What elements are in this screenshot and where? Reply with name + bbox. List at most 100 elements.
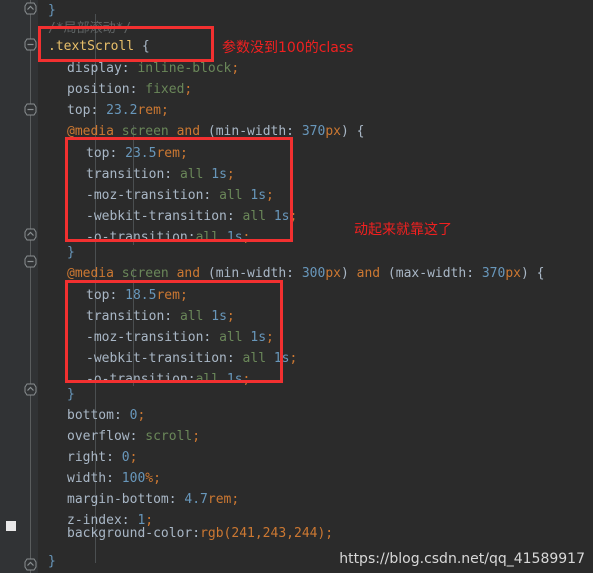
code-fold-rail <box>30 0 31 573</box>
code-token: % <box>145 471 154 486</box>
code-token: 241,243,244 <box>231 526 318 541</box>
code-token: rem <box>156 288 180 303</box>
code-token: rgb <box>200 526 224 541</box>
code-token: top <box>86 146 110 161</box>
code-token: ) <box>340 266 357 281</box>
code-token: ; <box>242 372 251 387</box>
code-line: bottom: 0; <box>67 405 145 426</box>
code-token: ; <box>226 309 235 324</box>
code-token: } <box>67 245 75 260</box>
code-token: all <box>242 351 267 366</box>
code-token: : <box>187 230 196 245</box>
code-token: inline-block <box>137 61 232 76</box>
code-token: transition <box>86 167 165 182</box>
code-token: /*局部滚动*/ <box>48 21 132 36</box>
code-token: ; <box>137 408 146 423</box>
bookmark-icon[interactable] <box>6 521 16 531</box>
fold-collapse-icon[interactable] <box>24 228 37 241</box>
code-token: : <box>203 188 220 203</box>
code-token: px <box>325 266 341 281</box>
code-token: all <box>195 230 220 245</box>
code-token: px <box>325 124 341 139</box>
code-line: -webkit-transition: all 1s; <box>86 348 297 369</box>
code-token: : <box>226 351 243 366</box>
fold-collapse-icon[interactable] <box>24 558 37 571</box>
code-token: .textScroll <box>48 39 135 54</box>
code-token: ; <box>231 61 240 76</box>
code-token: ; <box>192 429 201 444</box>
code-token: ; <box>266 188 274 203</box>
code-token: 1s <box>226 372 243 387</box>
code-token: @media <box>67 266 114 281</box>
code-token: ; <box>184 82 193 97</box>
code-text-area[interactable]: }/*局部滚动*/.textScroll {display: inline-bl… <box>38 0 593 573</box>
code-line: position: fixed; <box>67 79 192 100</box>
code-line: transition: all 1s; <box>86 306 235 327</box>
annotation-transition-note: 动起来就靠这了 <box>354 222 452 238</box>
code-token: top <box>86 288 110 303</box>
code-token: scroll <box>145 429 193 444</box>
fold-expand-icon[interactable] <box>24 103 37 116</box>
code-token: : <box>129 82 146 97</box>
code-token: 1s <box>211 309 227 324</box>
code-token: (min-width: <box>200 124 302 139</box>
code-token: px <box>505 266 521 281</box>
code-token: width <box>67 471 107 486</box>
code-token: overflow <box>67 429 130 444</box>
code-token: ; <box>242 230 251 245</box>
code-line: top: 18.5rem; <box>86 285 188 306</box>
code-line: overflow: scroll; <box>67 426 200 447</box>
code-token: margin-bottom <box>67 492 169 507</box>
editor-gutter <box>0 0 39 573</box>
code-token: ; <box>179 288 188 303</box>
code-token: : <box>192 526 201 541</box>
code-token: top <box>67 103 91 118</box>
code-token: 100 <box>121 471 146 486</box>
code-token: 1s <box>250 330 267 345</box>
code-token: 370 <box>481 266 506 281</box>
code-token: : <box>109 146 126 161</box>
code-token: all <box>242 209 267 224</box>
code-token: : <box>113 408 130 423</box>
fold-expand-icon[interactable] <box>24 38 37 51</box>
code-line: -o-transition:all 1s; <box>86 369 250 390</box>
code-line: } <box>48 551 56 572</box>
gutter-marker-strip[interactable] <box>0 0 22 573</box>
code-token: 0 <box>121 450 130 465</box>
code-token: : <box>203 330 220 345</box>
code-token: : <box>106 471 122 486</box>
code-token: : <box>168 492 185 507</box>
code-token: bottom <box>67 408 114 423</box>
code-token: -moz-transition <box>86 330 204 345</box>
code-line: top: 23.2rem; <box>67 100 169 121</box>
code-token: position <box>67 82 130 97</box>
fold-expand-icon[interactable] <box>24 255 37 268</box>
code-token: 23.5 <box>125 146 157 161</box>
code-token: -moz-transition <box>86 188 204 203</box>
code-token: : <box>121 61 138 76</box>
code-token: ; <box>289 209 298 224</box>
fold-collapse-icon[interactable] <box>24 383 37 396</box>
code-token: ; <box>129 450 138 465</box>
code-token: and <box>356 266 381 281</box>
code-line: background-color:rgb(241,243,244); <box>67 523 333 544</box>
code-token: rem <box>207 492 232 507</box>
code-token: 370 <box>301 124 326 139</box>
code-token: } <box>67 387 75 402</box>
code-token: ; <box>153 471 161 486</box>
code-token: @media <box>67 124 114 139</box>
code-token: 300 <box>301 266 326 281</box>
code-line: @media screen and (min-width: 370px) { <box>67 121 364 142</box>
fold-collapse-icon[interactable] <box>24 2 37 15</box>
code-token: 1s <box>211 167 227 182</box>
code-token: : <box>109 288 126 303</box>
code-line: -moz-transition: all 1s; <box>86 327 274 348</box>
code-token: { <box>134 39 150 54</box>
